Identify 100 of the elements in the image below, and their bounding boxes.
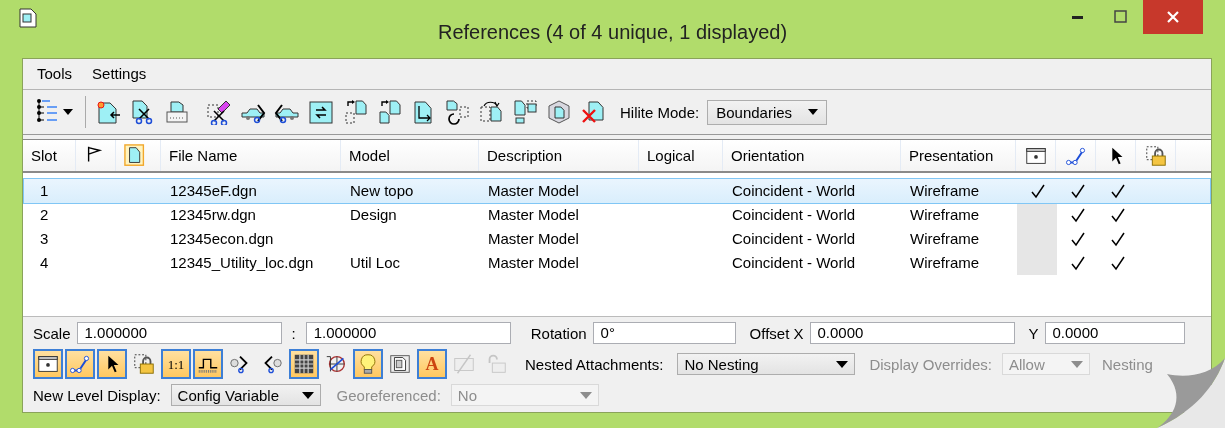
orientation-cell-text: Coincident - World [732,229,856,249]
checkmark-icon[interactable] [1068,230,1086,248]
attach-document-icon[interactable] [96,99,122,125]
column-header[interactable]: Slot [23,140,76,171]
lock-icon[interactable] [132,352,156,376]
checkmark-icon[interactable] [1108,182,1126,200]
move-document-icon[interactable] [342,99,368,125]
column-header[interactable]: Presentation [901,140,1016,171]
toggle-button[interactable] [65,349,95,379]
description-cell-text: Master Model [488,181,579,201]
close-icon [1166,10,1180,24]
nesting-label: Nesting [1101,355,1153,373]
toggle-button[interactable] [289,349,319,379]
menu-item[interactable]: Settings [92,65,147,85]
menu-item[interactable]: Tools [37,65,73,85]
rotate-document-icon[interactable] [444,99,470,125]
description-cell-text: Master Model [488,253,579,273]
file-name-cell-text: 12345econ.dgn [170,229,274,249]
orientation-cell-text: Coincident - World [732,253,856,273]
delete-document-icon[interactable] [580,99,606,125]
caret-icon [836,360,849,368]
toggle-button[interactable] [97,349,127,379]
scale-label: Scale [33,324,71,342]
caret-icon [301,391,314,399]
caret-icon [579,391,592,399]
model-cell-text: Util Loc [350,253,401,273]
offset-y-field[interactable]: 0.0000 [1044,322,1185,344]
reload-document-icon[interactable] [308,99,334,125]
description-cell-text: Master Model [488,205,579,225]
toggle-button[interactable]: 1:1 [161,349,191,379]
caret-icon [63,109,73,115]
nested-attachments-dropdown[interactable]: No Nesting [677,353,856,375]
minimize-icon [1071,15,1083,19]
georeferenced-label: Georeferenced: [336,386,441,404]
level-display-label: New Level Display: [33,386,161,404]
caret-icon [1070,360,1083,368]
scale-separator: : [291,324,296,342]
clip-document-icon[interactable] [512,99,538,125]
cube-icon[interactable] [546,99,572,125]
presentation-cell-text: Wireframe [910,229,980,249]
orientation-cell-text: Coincident - World [732,205,856,225]
offset-y-label: Y [1028,324,1039,342]
presentation-cell-text: Wireframe [910,253,980,273]
scale-master-field[interactable]: 1.000000 [76,322,282,344]
column-header[interactable]: Description [479,140,639,171]
eraser-scissors-icon[interactable] [206,99,232,125]
unchecked-cell[interactable] [1017,251,1057,275]
presentation-cell-text: Wireframe [910,205,980,225]
column-header[interactable]: Orientation [723,140,901,171]
hilite-mode-dropdown[interactable]: Boundaries [707,99,828,125]
slot-cell-text: 4 [40,253,49,273]
checkmark-icon[interactable] [1068,182,1086,200]
scale-reference-field[interactable]: 1.000000 [305,322,511,344]
clip-document-icon[interactable] [388,352,412,376]
copy-document-icon[interactable] [376,99,402,125]
app-icon [18,8,38,28]
checkmark-icon[interactable] [1068,206,1086,224]
slot-cell-text: 3 [40,229,49,249]
printer-icon[interactable] [164,99,190,125]
file-name-cell-text: 12345rw.dgn [170,205,256,225]
table-row[interactable]: 3 12345econ.dgn Master Model Coincident - World Wireframe [24,227,1210,251]
presentation-cell-text: Wireframe [910,181,980,201]
table-row[interactable]: 4 12345_Utility_loc.dgn Util Loc Master Model Coincident - World Wireframe [24,251,1210,275]
grid-icon [292,352,316,376]
rotation-label: Rotation [530,324,587,342]
caret-icon [808,109,819,115]
file-name-cell-text: 12345_Utility_loc.dgn [170,253,314,273]
checkmark-icon[interactable] [1108,206,1126,224]
display-overrides-label: Display Overrides: [869,355,992,373]
checkmark-icon[interactable] [1028,182,1046,200]
checkmark-icon[interactable] [1108,230,1126,248]
close-button[interactable] [1143,0,1203,34]
unchecked-cell[interactable] [1017,203,1057,227]
nested-attachments-label: Nested Attachments: [525,355,664,373]
orientation-cell-text: Coincident - World [732,181,856,201]
hilite-mode-label: Hilite Mode: [620,103,700,121]
column-header[interactable]: Model [341,140,479,171]
window-title: References (4 of 4 unique, 1 displayed) [437,20,788,43]
column-header[interactable]: File Name [161,140,341,171]
model-cell-text: New topo [350,181,414,201]
offset-x-label: Offset X [749,324,804,342]
slot-cell-text: 2 [40,205,49,225]
toggle-button[interactable] [353,349,383,379]
offset-x-field[interactable]: 0.0000 [809,322,1015,344]
checkmark-icon[interactable] [1068,254,1086,272]
slot-cell-text: 1 [40,181,49,201]
checkmark-icon[interactable] [1108,254,1126,272]
level-display-dropdown[interactable]: Config Variable [170,384,321,406]
lock-icon[interactable] [1144,143,1168,168]
file-name-cell-text: 12345eF.dgn [170,181,257,201]
rotation-field[interactable]: 0° [592,322,736,344]
column-header[interactable]: Logical [639,140,723,171]
table-row[interactable]: 1 12345eF.dgn New topo Master Model Coincident - World Wireframe [24,179,1210,203]
description-cell-text: Master Model [488,229,579,249]
mirror-document-icon[interactable] [478,99,504,125]
toggle-button[interactable] [193,349,223,379]
toggle-button[interactable] [33,349,63,379]
table-row[interactable]: 2 12345rw.dgn Design Master Model Coincident - World Wireframe [24,203,1210,227]
maximize-icon [1114,10,1128,24]
model-cell-text: Design [350,205,397,225]
